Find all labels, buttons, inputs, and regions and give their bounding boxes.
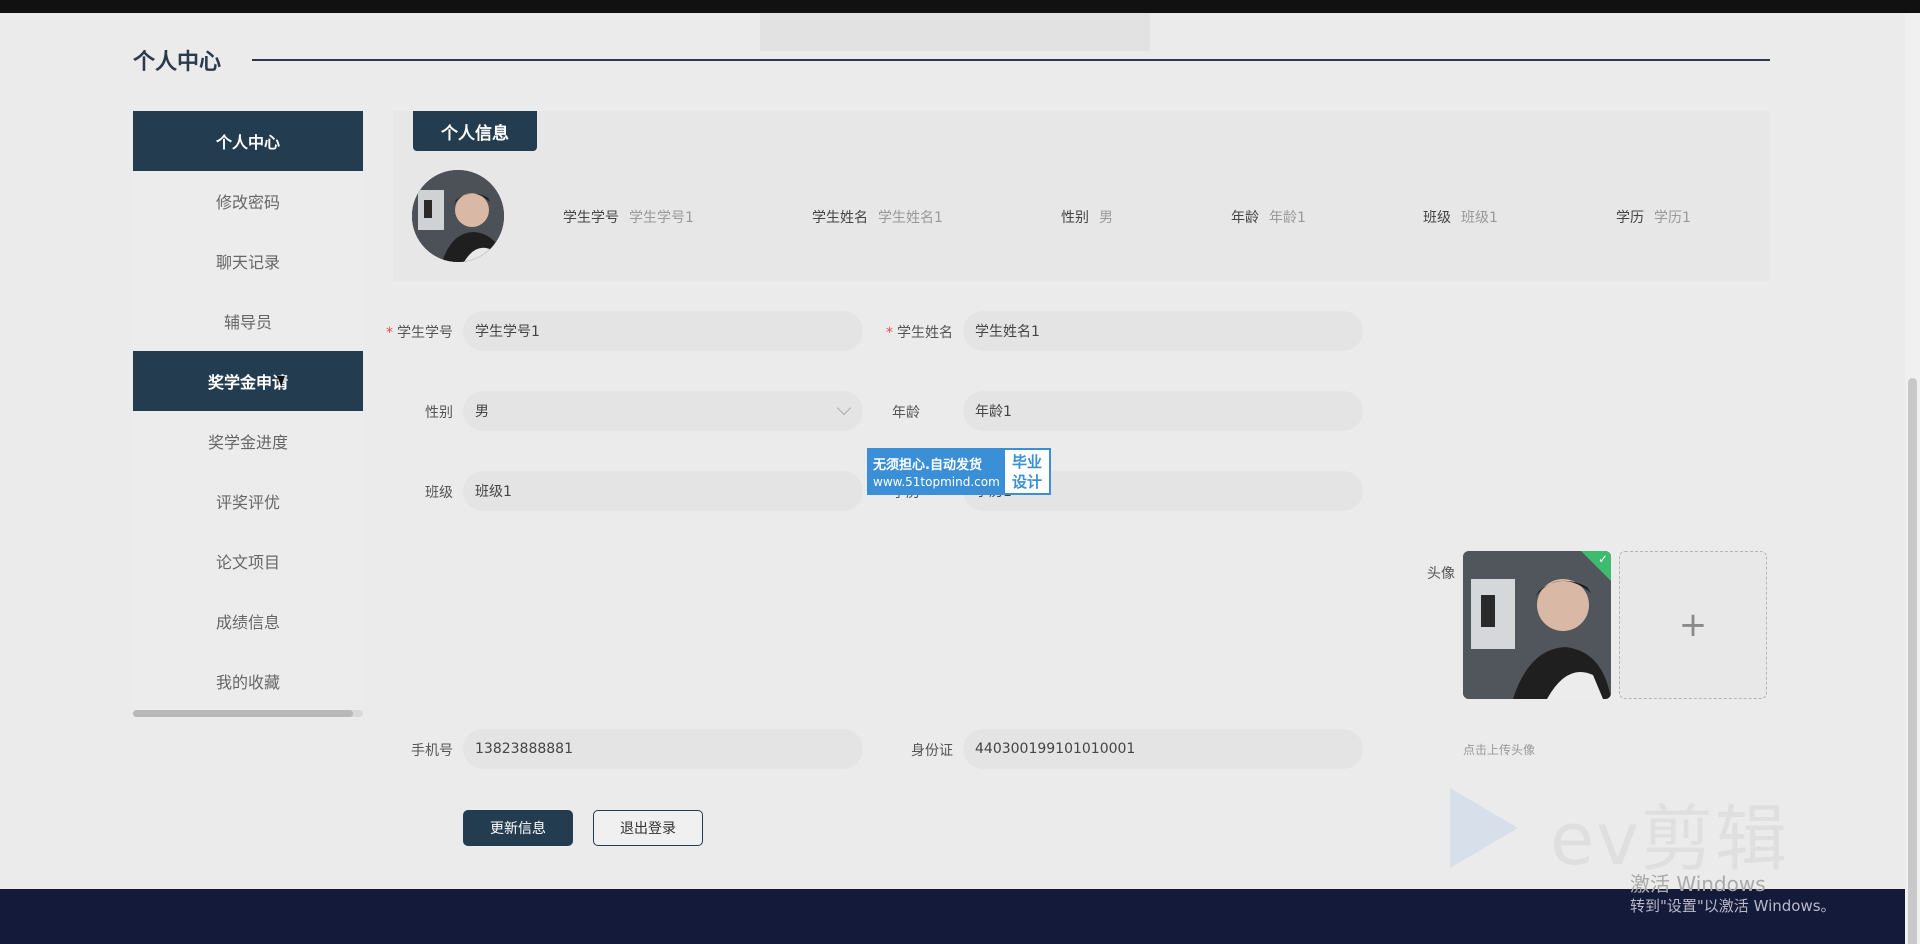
- watermark-badge: 无须担心.自动发货 www.51topmind.com 毕业 设计: [867, 448, 1051, 495]
- watermark-side-bottom: 设计: [1011, 473, 1042, 491]
- student-id-label-text: 学生学号: [397, 325, 453, 341]
- avatar: [412, 170, 504, 262]
- avatar-upload-button[interactable]: +: [1619, 551, 1767, 699]
- required-mark: *: [386, 325, 393, 341]
- avatar-upload-hint[interactable]: 点击上传头像: [1463, 741, 1535, 758]
- info-key: 年龄: [1231, 210, 1259, 226]
- info-value: 学历1: [1654, 210, 1691, 226]
- phone-input[interactable]: 13823888881: [463, 729, 863, 769]
- sidebar-scrollbar-thumb[interactable]: [133, 710, 353, 717]
- sidebar-item-label: 论文项目: [215, 553, 280, 572]
- sidebar-item-chat-history[interactable]: 聊天记录: [133, 231, 363, 291]
- watermark-side-top: 毕业: [1011, 453, 1042, 471]
- avatar-upload-label: 头像: [1427, 566, 1455, 582]
- info-key: 学历: [1616, 210, 1644, 226]
- windows-activate-title: 激活 Windows: [1630, 872, 1766, 896]
- student-id-label: * 学生学号: [363, 322, 453, 342]
- class-label: 班级: [425, 485, 453, 501]
- info-student-name: 学生姓名 学生姓名1: [812, 207, 943, 227]
- student-name-label: * 学生姓名: [863, 322, 953, 342]
- page-title: 个人中心: [133, 50, 222, 75]
- class-input[interactable]: 班级1: [463, 471, 863, 511]
- logout-button[interactable]: 退出登录: [593, 810, 703, 846]
- sidebar-item-scholarship-apply[interactable]: 奖学金申请: [133, 351, 363, 411]
- sidebar-item-thesis[interactable]: 论文项目: [133, 531, 363, 591]
- personal-info-panel: [393, 111, 1770, 281]
- check-icon: ✓: [1597, 552, 1608, 566]
- gender-label: 性别: [425, 405, 453, 421]
- watermark-line2: www.51topmind.com: [873, 475, 1000, 489]
- info-value: 学生姓名1: [878, 210, 943, 226]
- info-age: 年龄 年龄1: [1231, 207, 1306, 227]
- info-gender: 性别男: [1061, 207, 1113, 227]
- id-card-input[interactable]: 440300199101010001: [963, 729, 1363, 769]
- phone-value: 13823888881: [475, 741, 573, 757]
- sidebar-item-label: 聊天记录: [215, 253, 280, 272]
- student-id-input[interactable]: 学生学号1: [463, 311, 863, 351]
- class-value: 班级1: [475, 484, 512, 500]
- sidebar-item-change-password[interactable]: 修改密码: [133, 171, 363, 231]
- sidebar-item-label: 个人中心: [215, 133, 280, 152]
- sidebar-item-label: 我的收藏: [215, 673, 280, 692]
- sidebar-item-scholarship-progress[interactable]: 奖学金进度: [133, 411, 363, 471]
- plus-icon: +: [1678, 605, 1708, 645]
- age-value: 年龄1: [975, 404, 1012, 420]
- gender-value: 男: [475, 404, 489, 420]
- sidebar-item-label: 修改密码: [215, 193, 280, 212]
- info-value: 男: [1099, 210, 1113, 226]
- play-icon: [1450, 788, 1518, 868]
- student-name-input[interactable]: 学生姓名1: [963, 311, 1363, 351]
- required-mark: *: [886, 325, 893, 341]
- info-key: 性别: [1061, 210, 1089, 226]
- title-divider: [252, 59, 1770, 61]
- watermark-left: 无须担心.自动发货 www.51topmind.com: [869, 450, 1005, 493]
- info-key: 学生学号: [563, 210, 619, 226]
- gender-select[interactable]: 男: [463, 391, 863, 431]
- student-name-label-text: 学生姓名: [897, 325, 953, 341]
- sidebar-item-awards[interactable]: 评奖评优: [133, 471, 363, 531]
- sidebar-item-label: 评奖评优: [215, 493, 280, 512]
- info-student-id: 学生学号 学生学号1: [563, 207, 694, 227]
- sidebar-menu: 个人中心 修改密码 聊天记录 辅导员 奖学金申请 奖学金进度 评奖评优 论文项目…: [133, 111, 363, 711]
- id-card-label: 身份证: [911, 743, 953, 759]
- student-name-value: 学生姓名1: [975, 324, 1040, 340]
- page-scrollbar[interactable]: [1905, 13, 1920, 944]
- sidebar-item-favorites[interactable]: 我的收藏: [133, 651, 363, 711]
- page-footer: [0, 889, 1905, 944]
- info-class: 班级 班级1: [1423, 207, 1498, 227]
- sidebar-item-label: 奖学金进度: [207, 433, 288, 452]
- top-bar-ghost: [760, 13, 1150, 51]
- info-value: 班级1: [1461, 210, 1498, 226]
- age-input[interactable]: 年龄1: [963, 391, 1363, 431]
- top-bar: [0, 0, 1920, 13]
- sidebar-item-counselor[interactable]: 辅导员: [133, 291, 363, 351]
- sidebar-scrollbar[interactable]: [133, 710, 363, 717]
- phone-label: 手机号: [411, 743, 453, 759]
- personal-info-tab[interactable]: 个人信息: [413, 111, 537, 151]
- age-label: 年龄: [892, 405, 920, 421]
- sidebar-item-grades[interactable]: 成绩信息: [133, 591, 363, 651]
- sidebar-item-label: 辅导员: [223, 313, 272, 332]
- page-scrollbar-thumb[interactable]: [1908, 378, 1917, 944]
- info-key: 班级: [1423, 210, 1451, 226]
- info-education: 学历 学历1: [1616, 207, 1691, 227]
- info-key: 学生姓名: [812, 210, 868, 226]
- info-value: 年龄1: [1269, 210, 1306, 226]
- id-card-value: 440300199101010001: [975, 741, 1136, 757]
- windows-activate-subtitle: 转到"设置"以激活 Windows。: [1630, 897, 1836, 915]
- student-id-value: 学生学号1: [475, 324, 540, 340]
- watermark-right: 毕业 设计: [1005, 450, 1049, 493]
- avatar-upload-preview[interactable]: ✓: [1463, 551, 1611, 699]
- sidebar-item-personal-center[interactable]: 个人中心: [133, 111, 363, 171]
- sidebar-item-label: 成绩信息: [215, 613, 280, 632]
- avatar-photo-icon: [412, 170, 504, 262]
- ev-logo-watermark: ev剪辑: [1450, 780, 1830, 881]
- watermark-line1: 无须担心.自动发货: [873, 458, 982, 473]
- sidebar-item-label: 奖学金申请: [207, 373, 288, 392]
- update-info-button[interactable]: 更新信息: [463, 810, 573, 846]
- info-value: 学生学号1: [629, 210, 694, 226]
